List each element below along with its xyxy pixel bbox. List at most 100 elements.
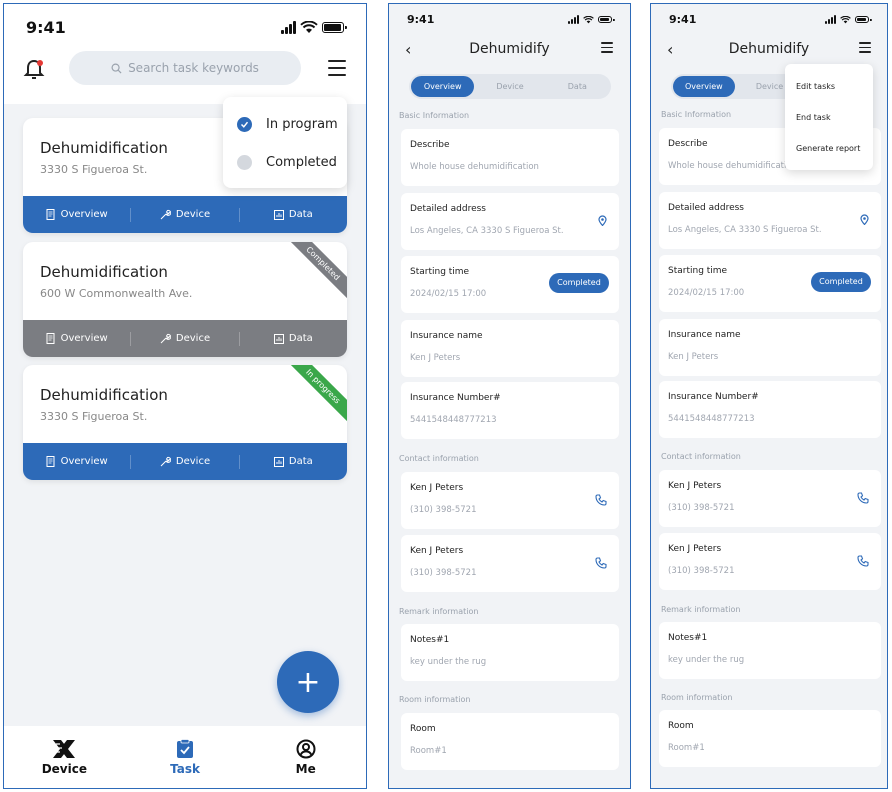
document-icon <box>46 456 55 467</box>
task-list-screen: 9:41 Search task keywords Dehumidificati… <box>3 3 367 789</box>
status-bar: 9:41 <box>651 13 887 26</box>
contact-card: Ken J Peters (310) 398-5721 <box>401 535 619 592</box>
search-input[interactable]: Search task keywords <box>69 51 301 85</box>
wrench-icon <box>160 333 171 344</box>
overview-button[interactable]: Overview <box>23 207 132 222</box>
phone-icon[interactable] <box>857 555 869 567</box>
tab-overview[interactable]: Overview <box>673 76 735 97</box>
status-icons <box>825 15 872 24</box>
address-card: Detailed address Los Angeles, CA 3330 S … <box>401 193 619 250</box>
overview-button[interactable]: Overview <box>23 454 132 469</box>
status-time: 9:41 <box>26 18 66 37</box>
insurance-name-card: Insurance name Ken J Peters <box>401 320 619 377</box>
section-contact-info: Contact information <box>399 454 479 463</box>
status-ribbon: Completed <box>282 242 347 305</box>
bottom-tab-bar: Device Task Me <box>4 726 366 788</box>
wrench-icon <box>160 456 171 467</box>
insurance-name-card: Insurance name Ken J Peters <box>659 319 881 376</box>
status-badge: Completed <box>549 273 609 293</box>
task-detail-screen: 9:41 ‹ Dehumidify Overview Device Data B… <box>388 3 631 789</box>
data-button[interactable]: Data <box>240 332 347 346</box>
detail-tabs: Overview Device Data <box>409 74 611 99</box>
device-button[interactable]: Device <box>131 331 240 346</box>
data-button[interactable]: Data <box>240 208 347 222</box>
location-pin-icon[interactable] <box>598 215 607 226</box>
status-icons <box>281 21 347 34</box>
task-address: 600 W Commonwealth Ave. <box>40 287 193 300</box>
task-title: Dehumidification <box>40 139 168 157</box>
insurance-number-card: Insurance Number# 5441548448777213 <box>401 382 619 439</box>
phone-icon[interactable] <box>857 492 869 504</box>
menu-icon[interactable] <box>601 42 613 56</box>
task-title: Dehumidification <box>40 263 168 281</box>
menu-icon[interactable] <box>859 42 871 56</box>
notes-card: Notes#1 key under the rug <box>659 622 881 679</box>
document-icon <box>46 209 55 220</box>
add-task-button[interactable]: + <box>277 651 339 713</box>
section-remark-info: Remark information <box>399 607 479 616</box>
tab-device[interactable]: Device <box>4 726 125 788</box>
user-icon <box>296 739 316 758</box>
wifi-icon <box>583 15 594 23</box>
check-icon <box>237 117 252 132</box>
tab-data[interactable]: Data <box>546 76 609 97</box>
address-card: Detailed address Los Angeles, CA 3330 S … <box>659 192 881 249</box>
filter-popup: In program Completed <box>223 97 347 188</box>
task-address: 3330 S Figueroa St. <box>40 163 148 176</box>
section-room-info: Room information <box>399 695 471 704</box>
task-card[interactable]: Dehumidification 3330 S Figueroa St. In … <box>23 365 347 480</box>
tab-me[interactable]: Me <box>245 726 366 788</box>
clipboard-check-icon <box>177 738 193 758</box>
device-button[interactable]: Device <box>131 207 240 222</box>
battery-icon <box>855 16 872 23</box>
wifi-icon <box>300 21 318 33</box>
edit-tasks-item[interactable]: Edit tasks <box>796 82 835 91</box>
section-basic-info: Basic Information <box>661 110 732 119</box>
status-time: 9:41 <box>407 13 435 26</box>
generate-report-item[interactable]: Generate report <box>796 144 860 153</box>
device-logo-icon <box>53 739 76 758</box>
section-remark-info: Remark information <box>661 605 741 614</box>
filter-option-completed[interactable]: Completed <box>237 155 337 170</box>
contact-card: Ken J Peters (310) 398-5721 <box>659 533 881 590</box>
tab-device[interactable]: Device <box>478 76 541 97</box>
task-address: 3330 S Figueroa St. <box>40 410 148 423</box>
phone-icon[interactable] <box>595 494 607 506</box>
document-icon <box>46 333 55 344</box>
describe-card: Describe Whole house dehumidification <box>401 129 619 186</box>
overview-button[interactable]: Overview <box>23 331 132 346</box>
contact-card: Ken J Peters (310) 398-5721 <box>659 470 881 527</box>
search-icon <box>111 63 122 74</box>
menu-icon[interactable] <box>328 60 346 81</box>
task-detail-menu-screen: 9:41 ‹ Dehumidify Overview Device Data B… <box>650 3 888 789</box>
location-pin-icon[interactable] <box>860 214 869 225</box>
device-button[interactable]: Device <box>131 454 240 469</box>
room-card: Room Room#1 <box>659 710 881 767</box>
filter-option-in-program[interactable]: In program <box>237 117 338 132</box>
contact-card: Ken J Peters (310) 398-5721 <box>401 472 619 529</box>
notification-bell-icon[interactable] <box>22 58 46 82</box>
chart-icon <box>273 456 284 467</box>
task-card[interactable]: Dehumidification 600 W Commonwealth Ave.… <box>23 242 347 357</box>
radio-unchecked-icon <box>237 155 252 170</box>
battery-icon <box>322 22 347 33</box>
status-badge: Completed <box>811 272 871 292</box>
end-task-item[interactable]: End task <box>796 113 831 122</box>
chart-icon <box>273 209 284 220</box>
page-title: Dehumidify <box>469 41 550 57</box>
task-action-bar: Overview Device Data <box>23 320 347 357</box>
tab-overview[interactable]: Overview <box>411 76 475 97</box>
status-ribbon: In progress <box>282 365 347 428</box>
starting-time-card: Starting time 2024/02/15 17:00 Completed <box>659 255 881 312</box>
insurance-number-card: Insurance Number# 5441548448777213 <box>659 381 881 438</box>
status-time: 9:41 <box>669 13 697 26</box>
tab-task[interactable]: Task <box>125 726 246 788</box>
data-button[interactable]: Data <box>240 455 347 469</box>
notes-card: Notes#1 key under the rug <box>401 624 619 681</box>
phone-icon[interactable] <box>595 557 607 569</box>
status-bar: 9:41 <box>389 13 630 26</box>
battery-icon <box>598 16 615 23</box>
signal-icon <box>825 15 836 24</box>
search-placeholder: Search task keywords <box>128 61 259 75</box>
task-title: Dehumidification <box>40 386 168 404</box>
